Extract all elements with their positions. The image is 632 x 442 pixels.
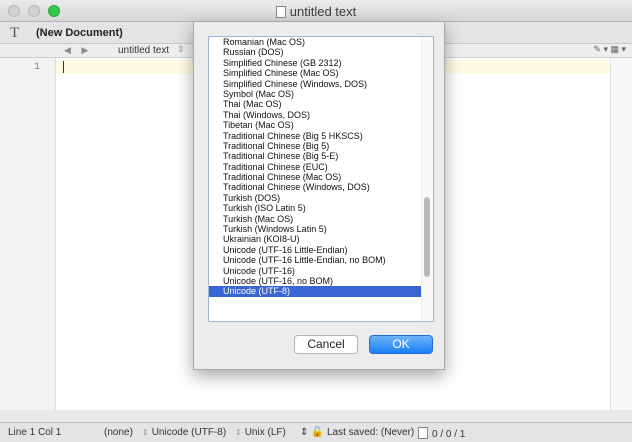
encoding-list-items: Romanian (Mac OS) Russian (DOS) Simplified…: [209, 37, 421, 297]
file-stepper-icon[interactable]: ⇕: [177, 44, 185, 55]
back-forward-arrows[interactable]: ◀ ▶: [64, 45, 92, 56]
encoding-popup[interactable]: ⇕ Unicode (UTF-8): [142, 427, 226, 438]
title-bar: untitled text: [0, 0, 632, 22]
encoding-list-item[interactable]: Ukrainian (KOI8-U): [209, 234, 421, 244]
line-endings-popup[interactable]: ⇕ Unix (LF): [235, 427, 286, 438]
encoding-list-item[interactable]: Simplified Chinese (Mac OS): [209, 68, 421, 78]
document-stats[interactable]: 0 / 0 / 1: [418, 427, 465, 440]
encoding-sheet: Romanian (Mac OS) Russian (DOS) Simplified…: [193, 22, 445, 370]
scroll-thumb[interactable]: [424, 197, 430, 277]
encoding-list-item[interactable]: Unicode (UTF-8): [209, 286, 421, 297]
editor-scrollbar[interactable]: [610, 58, 632, 410]
encoding-list-item[interactable]: Simplified Chinese (Windows, DOS): [209, 79, 421, 89]
last-saved: Last saved: (Never): [327, 427, 415, 438]
encoding-list-item[interactable]: Traditional Chinese (EUC): [209, 162, 421, 172]
line-number-gutter: 1: [0, 58, 56, 410]
encoding-list-item[interactable]: Turkish (ISO Latin 5): [209, 203, 421, 213]
encoding-list-item[interactable]: Traditional Chinese (Big 5-E): [209, 151, 421, 161]
document-icon: [275, 6, 286, 18]
encoding-list-item[interactable]: Russian (DOS): [209, 47, 421, 57]
encoding-list-item[interactable]: Traditional Chinese (Windows, DOS): [209, 182, 421, 192]
window-title: untitled text: [0, 4, 632, 19]
line-number: 1: [33, 62, 40, 73]
lock-icon[interactable]: ⇕ 🔓: [300, 427, 324, 438]
cursor-position[interactable]: Line 1 Col 1: [8, 427, 61, 438]
encoding-list-item[interactable]: Turkish (Windows Latin 5): [209, 224, 421, 234]
stepper-icon: ⇕: [142, 428, 149, 437]
encoding-list-item[interactable]: Simplified Chinese (GB 2312): [209, 58, 421, 68]
encoding-list-item[interactable]: Unicode (UTF-16 Little-Endian): [209, 245, 421, 255]
line-endings-label: Unix (LF): [244, 427, 286, 438]
encoding-list-scrollbar[interactable]: [421, 37, 433, 321]
text-caret: [63, 61, 64, 73]
encoding-list-item[interactable]: Unicode (UTF-16): [209, 266, 421, 276]
encoding-list-item[interactable]: Unicode (UTF-16 Little-Endian, no BOM): [209, 255, 421, 265]
encoding-list-item[interactable]: Traditional Chinese (Big 5 HKSCS): [209, 131, 421, 141]
encoding-list-item[interactable]: Thai (Windows, DOS): [209, 110, 421, 120]
window-title-text: untitled text: [289, 4, 357, 19]
encoding-list-item[interactable]: Thai (Mac OS): [209, 99, 421, 109]
encoding-list-item[interactable]: Traditional Chinese (Mac OS): [209, 172, 421, 182]
encoding-list-item[interactable]: Turkish (DOS): [209, 193, 421, 203]
document-name[interactable]: (New Document): [36, 27, 123, 39]
encoding-label: Unicode (UTF-8): [151, 427, 227, 438]
stats-document-icon: [418, 427, 428, 439]
encoding-list-item[interactable]: Tibetan (Mac OS): [209, 120, 421, 130]
encoding-list[interactable]: Romanian (Mac OS) Russian (DOS) Simplified…: [208, 36, 434, 322]
text-document-icon[interactable]: T: [10, 25, 19, 42]
language-popup[interactable]: (none): [104, 427, 133, 438]
encoding-list-item[interactable]: Unicode (UTF-16, no BOM): [209, 276, 421, 286]
document-stats-text: 0 / 0 / 1: [432, 429, 466, 440]
encoding-list-item[interactable]: Symbol (Mac OS): [209, 89, 421, 99]
nav-file-name[interactable]: untitled text: [118, 45, 169, 56]
cancel-button[interactable]: Cancel: [294, 335, 358, 354]
ok-button[interactable]: OK: [369, 335, 433, 354]
nav-right-tools[interactable]: ✎ ▾ ▦ ▾: [593, 44, 626, 55]
stepper-icon: ⇕: [235, 428, 242, 437]
encoding-list-item[interactable]: Romanian (Mac OS): [209, 37, 421, 47]
encoding-list-item[interactable]: Turkish (Mac OS): [209, 214, 421, 224]
status-bar: Line 1 Col 1 (none) ⇕ Unicode (UTF-8) ⇕ Un…: [0, 422, 632, 442]
encoding-list-item[interactable]: Traditional Chinese (Big 5): [209, 141, 421, 151]
